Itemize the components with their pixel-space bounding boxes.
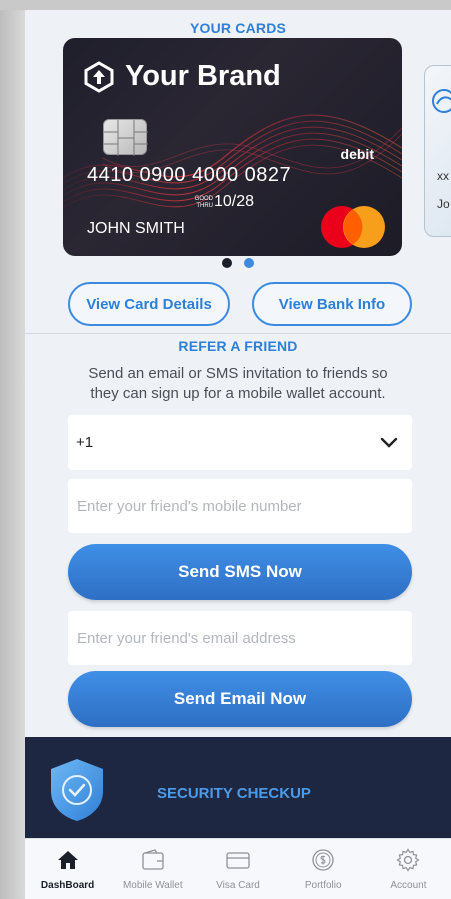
good-thru-label: GOOD THRU — [194, 196, 213, 209]
tab-label: Visa Card — [216, 880, 260, 891]
card-number: 4410 0900 4000 0827 — [87, 164, 292, 186]
secondary-card-number: xx — [437, 169, 449, 183]
tab-label: Account — [390, 880, 427, 891]
coin-icon — [312, 849, 334, 871]
refer-description-line: they can sign up for a mobile wallet acc… — [90, 385, 386, 402]
cards-section-title: YOUR CARDS — [189, 20, 287, 36]
view-card-details-button[interactable]: View Card Details — [68, 282, 230, 326]
section-divider — [25, 333, 451, 334]
debit-card[interactable]: Your Brand debit 4410 0900 4000 0827 GOO… — [63, 38, 402, 256]
tab-visa-card[interactable]: Visa Card — [195, 839, 280, 899]
tab-portfolio[interactable]: Portfolio — [281, 839, 366, 899]
device-frame-left — [0, 0, 25, 899]
chevron-down-icon — [380, 437, 398, 448]
view-bank-info-button[interactable]: View Bank Info — [252, 282, 412, 326]
tab-label: Portfolio — [304, 880, 342, 891]
card-brand: Your Brand — [83, 60, 281, 93]
bank-logo-icon — [432, 89, 451, 113]
mobile-number-input[interactable]: Enter your friend's mobile number — [68, 479, 412, 533]
pagination-dot[interactable] — [222, 258, 232, 268]
device-frame-top — [0, 0, 451, 10]
app-screen: YOUR CARDS Your Brand debit 4410 0900 40… — [25, 10, 451, 899]
secondary-card-holder: Jo — [437, 197, 450, 211]
send-sms-button[interactable]: Send SMS Now — [68, 544, 412, 600]
card-type: debit — [340, 146, 374, 162]
secondary-card[interactable]: xx Jo — [424, 65, 451, 237]
gear-icon — [396, 848, 421, 872]
wallet-icon — [142, 849, 164, 870]
email-input[interactable]: Enter your friend's email address — [68, 611, 412, 665]
tab-label: DashBoard — [40, 880, 95, 891]
tab-mobile-wallet[interactable]: Mobile Wallet — [110, 839, 195, 899]
card-icon — [226, 852, 250, 869]
mastercard-logo-icon — [321, 206, 385, 248]
refer-section-title: REFER A FRIEND — [178, 338, 298, 354]
pagination-dot[interactable] — [244, 258, 254, 268]
chip-icon — [103, 119, 148, 156]
tab-dashboard[interactable]: DashBoard — [25, 839, 110, 899]
security-checkup-title: SECURITY CHECKUP — [157, 785, 311, 802]
refer-description: Send an email or SMS invitation to frien… — [25, 364, 451, 404]
send-email-button[interactable]: Send Email Now — [68, 671, 412, 727]
country-code-select[interactable]: +1 — [68, 415, 412, 470]
card-holder: JOHN SMITH — [87, 220, 185, 237]
brand-logo-icon — [84, 60, 114, 93]
bottom-tab-bar: DashBoard Mobile Wallet Visa Card Portfo… — [25, 838, 451, 899]
tab-account[interactable]: Account — [366, 839, 451, 899]
shield-check-icon — [51, 759, 103, 821]
home-icon — [57, 851, 78, 869]
security-checkup-banner[interactable]: SECURITY CHECKUP — [25, 737, 451, 847]
brand-name: Your Brand — [125, 60, 281, 92]
tab-label: Mobile Wallet — [122, 880, 183, 891]
carousel-pagination — [25, 258, 451, 268]
country-code-value: +1 — [76, 434, 94, 451]
card-expiry: 10/28 — [214, 193, 255, 210]
refer-description-line: Send an email or SMS invitation to frien… — [88, 365, 388, 382]
